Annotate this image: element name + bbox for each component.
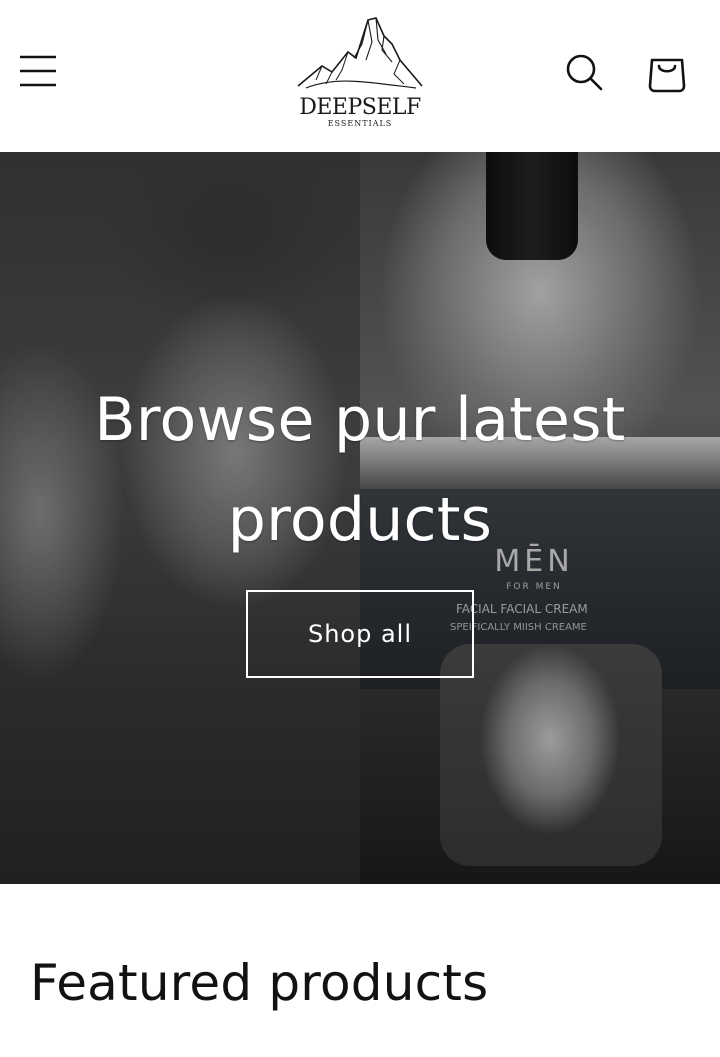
hero-banner: MĒN FOR MEN FACIAL FACIAL CREAM SPEIFICA… <box>0 152 720 884</box>
hero-heading: Browse pur latest products <box>94 385 626 555</box>
hamburger-menu-icon <box>20 55 56 87</box>
search-button[interactable] <box>560 48 608 96</box>
logo-subtitle: ESSENTIALS <box>327 119 393 128</box>
site-header: DEEPSELF ESSENTIALS <box>0 0 720 152</box>
site-logo[interactable]: DEEPSELF ESSENTIALS <box>292 14 428 132</box>
cart-button[interactable] <box>642 48 692 96</box>
logo-name: DEEPSELF <box>299 95 421 120</box>
mountain-logo-icon <box>297 17 423 89</box>
menu-button[interactable] <box>14 46 62 94</box>
shop-all-button[interactable]: Shop all <box>246 590 474 678</box>
featured-products-title: Featured products <box>30 954 489 1012</box>
cart-bag-icon <box>648 58 686 93</box>
search-icon <box>566 54 603 91</box>
